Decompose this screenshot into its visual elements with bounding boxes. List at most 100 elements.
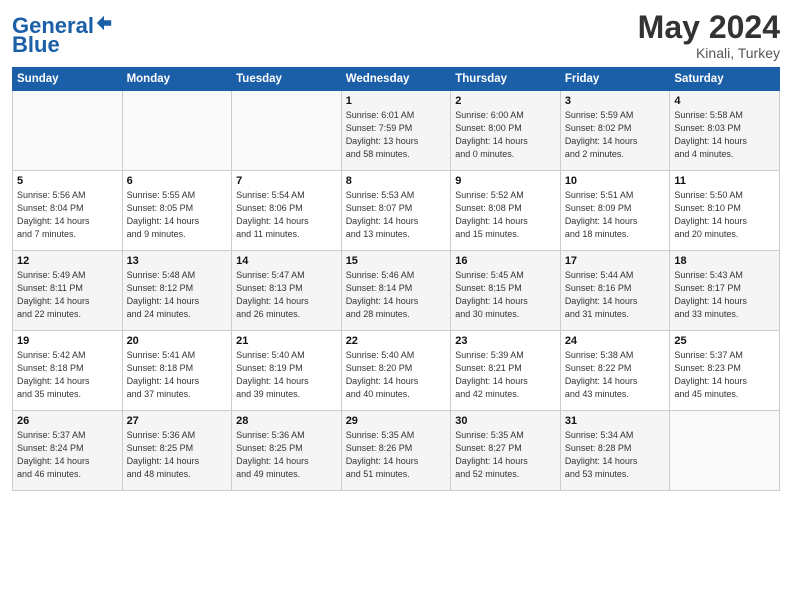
logo-text2: Blue (12, 32, 60, 57)
calendar-cell: 4 Sunrise: 5:58 AMSunset: 8:03 PMDaylight… (670, 91, 780, 171)
calendar-cell: 21 Sunrise: 5:40 AMSunset: 8:19 PMDayligh… (232, 331, 342, 411)
cell-content: Sunrise: 5:42 AMSunset: 8:18 PMDaylight:… (17, 349, 118, 401)
day-number: 13 (127, 255, 228, 267)
day-number: 18 (674, 255, 775, 267)
calendar-cell: 8Sunrise: 5:53 AMSunset: 8:07 PMDaylight… (341, 171, 451, 251)
calendar-cell (670, 411, 780, 491)
cell-content: Sunrise: 5:46 AMSunset: 8:14 PMDaylight:… (346, 269, 447, 321)
calendar-cell: 27Sunrise: 5:36 AMSunset: 8:25 PMDayligh… (122, 411, 232, 491)
cell-content: Sunrise: 5:39 AMSunset: 8:21 PMDaylight:… (455, 349, 556, 401)
cell-content: Sunrise: 5:44 AMSunset: 8:16 PMDaylight:… (565, 269, 666, 321)
day-number: 11 (674, 175, 775, 187)
week-row-1: 1 Sunrise: 6:01 AMSunset: 7:59 PMDaylight… (13, 91, 780, 171)
calendar-cell: 15 Sunrise: 5:46 AMSunset: 8:14 PMDayligh… (341, 251, 451, 331)
day-number: 28 (236, 415, 337, 427)
calendar-table: SundayMondayTuesdayWednesdayThursdayFrid… (12, 67, 780, 491)
cell-content: Sunrise: 5:34 AMSunset: 8:28 PMDaylight:… (565, 429, 666, 481)
calendar-cell: 6 Sunrise: 5:55 AMSunset: 8:05 PMDaylight… (122, 171, 232, 251)
cell-content: Sunrise: 5:40 AMSunset: 8:19 PMDaylight:… (236, 349, 337, 401)
calendar-cell: 13 Sunrise: 5:48 AMSunset: 8:12 PMDayligh… (122, 251, 232, 331)
day-number: 22 (346, 335, 447, 347)
cell-content: Sunrise: 5:47 AMSunset: 8:13 PMDaylight:… (236, 269, 337, 321)
day-number: 7 (236, 175, 337, 187)
calendar-cell: 25 Sunrise: 5:37 AMSunset: 8:23 PMDayligh… (670, 331, 780, 411)
cell-content: Sunrise: 5:54 AMSunset: 8:06 PMDaylight:… (236, 189, 337, 241)
title-block: May 2024 Kinali, Turkey (638, 10, 780, 61)
calendar-cell: 1 Sunrise: 6:01 AMSunset: 7:59 PMDaylight… (341, 91, 451, 171)
cell-content: Sunrise: 5:36 AMSunset: 8:25 PMDaylight:… (127, 429, 228, 481)
cell-content: Sunrise: 6:01 AMSunset: 7:59 PMDaylight:… (346, 109, 447, 161)
calendar-cell (122, 91, 232, 171)
calendar-cell: 28 Sunrise: 5:36 AMSunset: 8:25 PMDayligh… (232, 411, 342, 491)
calendar-cell (232, 91, 342, 171)
calendar-cell: 5 Sunrise: 5:56 AMSunset: 8:04 PMDaylight… (13, 171, 123, 251)
day-number: 3 (565, 95, 666, 107)
header-row: SundayMondayTuesdayWednesdayThursdayFrid… (13, 68, 780, 91)
logo: General Blue (12, 14, 113, 57)
cell-content: Sunrise: 5:55 AMSunset: 8:05 PMDaylight:… (127, 189, 228, 241)
day-number: 16 (455, 255, 556, 267)
calendar-cell: 24Sunrise: 5:38 AMSunset: 8:22 PMDayligh… (560, 331, 670, 411)
day-number: 2 (455, 95, 556, 107)
calendar-cell: 30Sunrise: 5:35 AMSunset: 8:27 PMDayligh… (451, 411, 561, 491)
calendar-cell: 23 Sunrise: 5:39 AMSunset: 8:21 PMDayligh… (451, 331, 561, 411)
day-number: 31 (565, 415, 666, 427)
cell-content: Sunrise: 5:36 AMSunset: 8:25 PMDaylight:… (236, 429, 337, 481)
day-number: 26 (17, 415, 118, 427)
day-number: 4 (674, 95, 775, 107)
day-header-tuesday: Tuesday (232, 68, 342, 91)
logo-arrow-icon (95, 14, 113, 32)
calendar-cell: 16Sunrise: 5:45 AMSunset: 8:15 PMDayligh… (451, 251, 561, 331)
month-title: May 2024 (638, 10, 780, 45)
day-header-monday: Monday (122, 68, 232, 91)
day-number: 12 (17, 255, 118, 267)
cell-content: Sunrise: 5:35 AMSunset: 8:26 PMDaylight:… (346, 429, 447, 481)
week-row-2: 5 Sunrise: 5:56 AMSunset: 8:04 PMDaylight… (13, 171, 780, 251)
week-row-4: 19Sunrise: 5:42 AMSunset: 8:18 PMDayligh… (13, 331, 780, 411)
calendar-cell (13, 91, 123, 171)
cell-content: Sunrise: 5:37 AMSunset: 8:23 PMDaylight:… (674, 349, 775, 401)
cell-content: Sunrise: 5:43 AMSunset: 8:17 PMDaylight:… (674, 269, 775, 321)
cell-content: Sunrise: 5:58 AMSunset: 8:03 PMDaylight:… (674, 109, 775, 161)
day-number: 21 (236, 335, 337, 347)
day-number: 23 (455, 335, 556, 347)
calendar-cell: 26 Sunrise: 5:37 AMSunset: 8:24 PMDayligh… (13, 411, 123, 491)
cell-content: Sunrise: 5:37 AMSunset: 8:24 PMDaylight:… (17, 429, 118, 481)
calendar-cell: 20 Sunrise: 5:41 AMSunset: 8:18 PMDayligh… (122, 331, 232, 411)
cell-content: Sunrise: 5:40 AMSunset: 8:20 PMDaylight:… (346, 349, 447, 401)
day-number: 6 (127, 175, 228, 187)
calendar-cell: 19Sunrise: 5:42 AMSunset: 8:18 PMDayligh… (13, 331, 123, 411)
calendar-cell: 10 Sunrise: 5:51 AMSunset: 8:09 PMDayligh… (560, 171, 670, 251)
cell-content: Sunrise: 5:51 AMSunset: 8:09 PMDaylight:… (565, 189, 666, 241)
calendar-cell: 22 Sunrise: 5:40 AMSunset: 8:20 PMDayligh… (341, 331, 451, 411)
calendar-cell: 12 Sunrise: 5:49 AMSunset: 8:11 PMDayligh… (13, 251, 123, 331)
cell-content: Sunrise: 5:56 AMSunset: 8:04 PMDaylight:… (17, 189, 118, 241)
day-number: 20 (127, 335, 228, 347)
cell-content: Sunrise: 5:48 AMSunset: 8:12 PMDaylight:… (127, 269, 228, 321)
day-number: 15 (346, 255, 447, 267)
cell-content: Sunrise: 5:53 AMSunset: 8:07 PMDaylight:… (346, 189, 447, 241)
day-number: 5 (17, 175, 118, 187)
day-number: 1 (346, 95, 447, 107)
day-header-thursday: Thursday (451, 68, 561, 91)
calendar-cell: 31 Sunrise: 5:34 AMSunset: 8:28 PMDayligh… (560, 411, 670, 491)
cell-content: Sunrise: 5:35 AMSunset: 8:27 PMDaylight:… (455, 429, 556, 481)
day-number: 25 (674, 335, 775, 347)
day-header-wednesday: Wednesday (341, 68, 451, 91)
cell-content: Sunrise: 5:38 AMSunset: 8:22 PMDaylight:… (565, 349, 666, 401)
calendar-cell: 11 Sunrise: 5:50 AMSunset: 8:10 PMDayligh… (670, 171, 780, 251)
calendar-cell: 3 Sunrise: 5:59 AMSunset: 8:02 PMDaylight… (560, 91, 670, 171)
location: Kinali, Turkey (638, 45, 780, 61)
calendar-cell: 2 Sunrise: 6:00 AMSunset: 8:00 PMDaylight… (451, 91, 561, 171)
calendar-cell: 29 Sunrise: 5:35 AMSunset: 8:26 PMDayligh… (341, 411, 451, 491)
week-row-5: 26 Sunrise: 5:37 AMSunset: 8:24 PMDayligh… (13, 411, 780, 491)
day-number: 29 (346, 415, 447, 427)
cell-content: Sunrise: 5:59 AMSunset: 8:02 PMDaylight:… (565, 109, 666, 161)
day-header-sunday: Sunday (13, 68, 123, 91)
cell-content: Sunrise: 5:49 AMSunset: 8:11 PMDaylight:… (17, 269, 118, 321)
cell-content: Sunrise: 5:50 AMSunset: 8:10 PMDaylight:… (674, 189, 775, 241)
cell-content: Sunrise: 6:00 AMSunset: 8:00 PMDaylight:… (455, 109, 556, 161)
cell-content: Sunrise: 5:41 AMSunset: 8:18 PMDaylight:… (127, 349, 228, 401)
day-number: 10 (565, 175, 666, 187)
calendar-cell: 9Sunrise: 5:52 AMSunset: 8:08 PMDaylight… (451, 171, 561, 251)
